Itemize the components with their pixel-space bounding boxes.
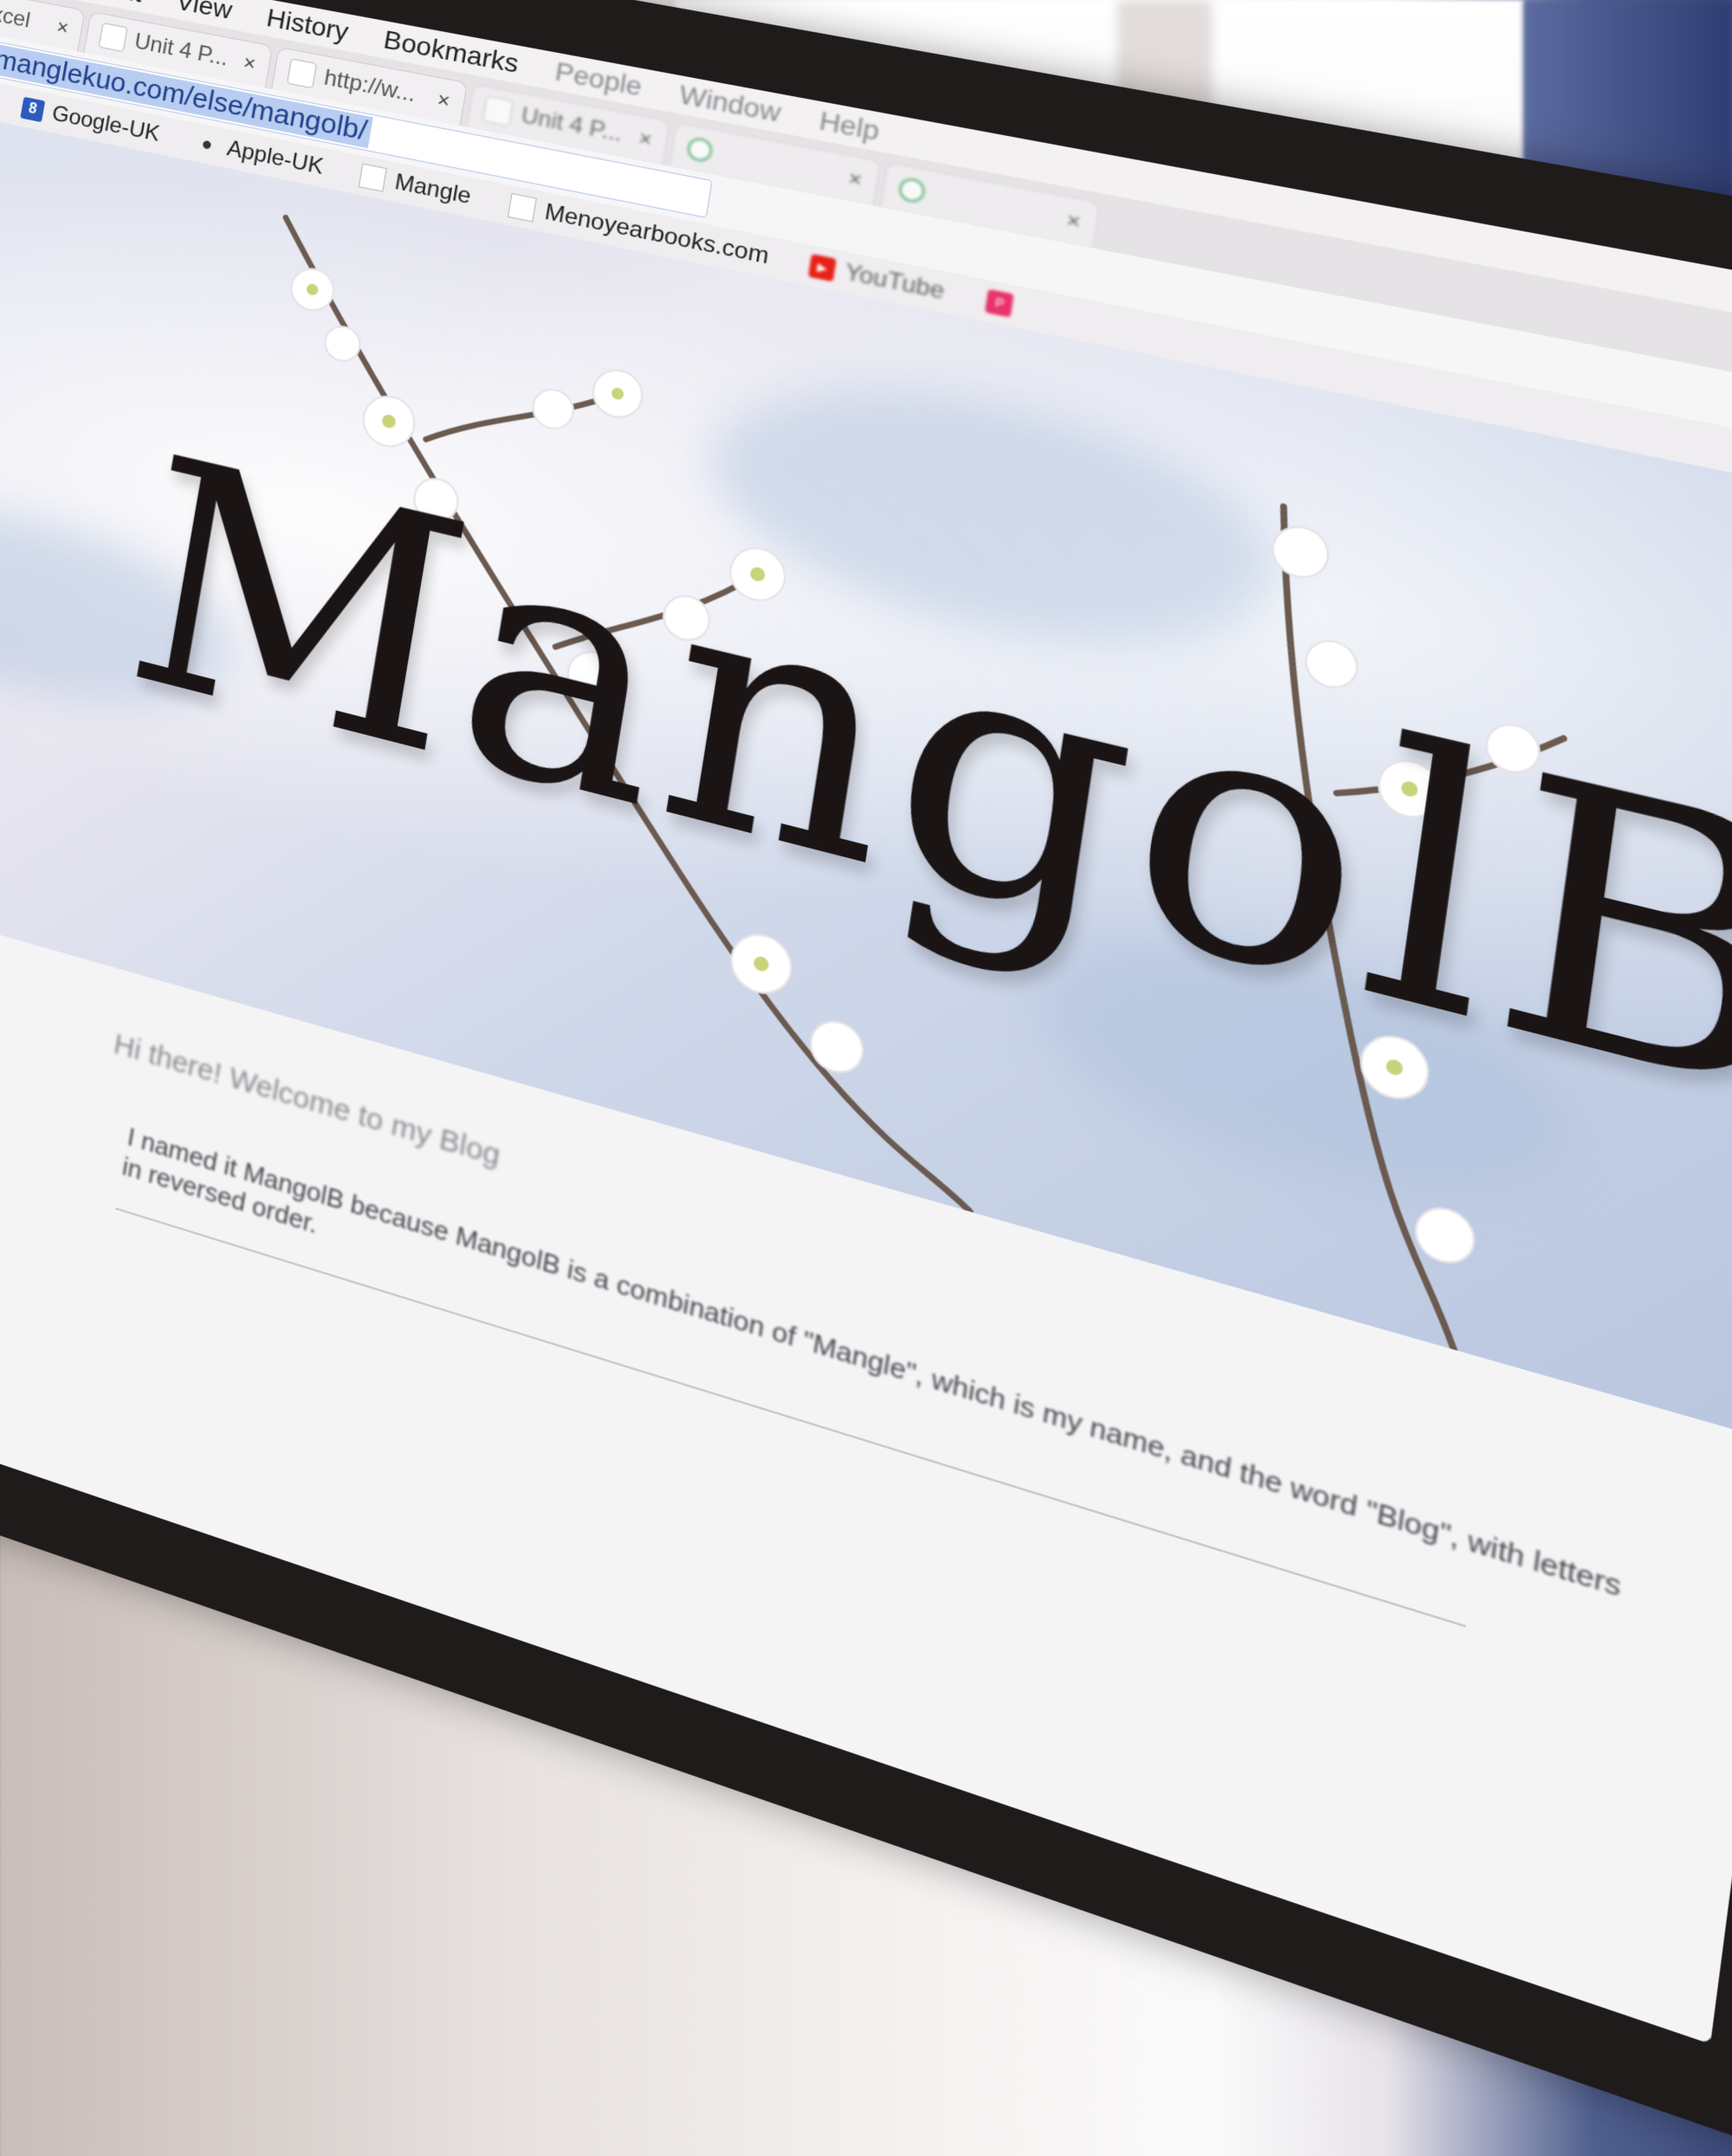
- close-icon[interactable]: ×: [846, 165, 864, 193]
- close-icon[interactable]: ×: [1064, 207, 1082, 235]
- close-icon[interactable]: ×: [637, 126, 654, 152]
- youtube-icon: ▶: [808, 254, 837, 282]
- page-icon: [507, 192, 538, 223]
- laptop: Edit View History Bookmarks People Windo…: [0, 0, 1732, 2156]
- document-icon: [481, 95, 514, 127]
- google-icon: 8: [20, 96, 46, 123]
- close-icon[interactable]: ×: [436, 87, 452, 113]
- google-drive-icon: [686, 136, 714, 164]
- google-drive-icon: [897, 176, 927, 204]
- laptop-screen: Edit View History Bookmarks People Windo…: [0, 0, 1732, 2044]
- page-icon: [359, 163, 388, 192]
- close-icon[interactable]: ×: [55, 15, 70, 40]
- pinterest-icon: P: [985, 288, 1015, 318]
- tab-label: erdexcel: [0, 0, 33, 33]
- bookmark-pinterest[interactable]: P: [985, 288, 1024, 320]
- document-icon: [286, 58, 318, 89]
- apple-icon: ●: [199, 132, 215, 155]
- document-icon: [98, 22, 128, 53]
- close-icon[interactable]: ×: [242, 50, 257, 76]
